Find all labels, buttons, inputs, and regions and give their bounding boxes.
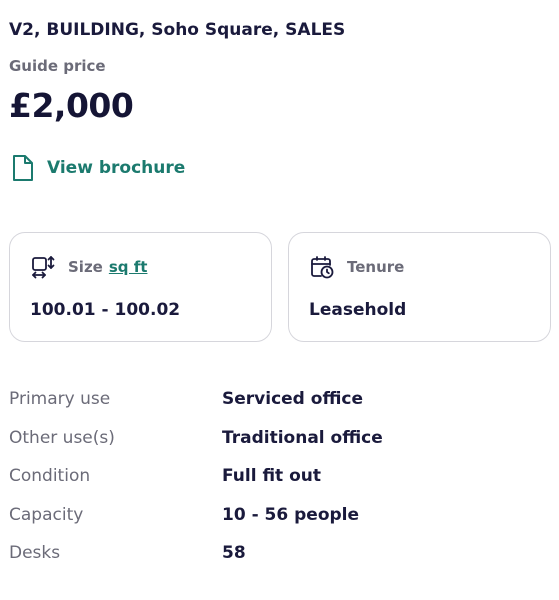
detail-value: 10 - 56 people	[222, 504, 360, 525]
detail-label: Desks	[9, 543, 61, 564]
view-brochure-link[interactable]: View brochure	[11, 154, 185, 182]
detail-row-capacity: Capacity 10 - 56 people	[9, 496, 549, 535]
detail-label: Condition	[9, 466, 91, 487]
guide-price-value: £2,000	[9, 86, 134, 125]
detail-value: Serviced office	[222, 389, 364, 410]
tenure-title: Tenure	[347, 258, 405, 276]
property-address: V2, BUILDING, Soho Square, SALES	[9, 20, 346, 40]
tenure-value: Leasehold	[309, 300, 407, 320]
view-brochure-label: View brochure	[47, 158, 186, 178]
calendar-clock-icon	[311, 256, 334, 279]
tenure-card: Tenure Leasehold	[288, 232, 551, 342]
size-title: Size	[68, 258, 103, 276]
size-value: 100.01 - 100.02	[30, 300, 181, 320]
detail-value: Full fit out	[222, 466, 321, 487]
detail-row-condition: Condition Full fit out	[9, 457, 549, 496]
detail-label: Primary use	[9, 389, 111, 410]
resize-icon	[32, 256, 55, 279]
guide-price-label: Guide price	[9, 57, 106, 75]
detail-label: Capacity	[9, 504, 84, 525]
property-details-list: Primary use Serviced office Other use(s)…	[9, 380, 549, 573]
detail-row-primary-use: Primary use Serviced office	[9, 380, 549, 419]
document-icon	[13, 155, 33, 181]
detail-row-other-uses: Other use(s) Traditional office	[9, 419, 549, 458]
size-card: Size sq ft 100.01 - 100.02	[9, 232, 272, 342]
detail-value: Traditional office	[222, 427, 383, 448]
detail-row-desks: Desks 58	[9, 534, 549, 573]
detail-value: 58	[222, 543, 246, 564]
size-unit-link[interactable]: sq ft	[109, 258, 148, 276]
detail-label: Other use(s)	[9, 427, 115, 448]
